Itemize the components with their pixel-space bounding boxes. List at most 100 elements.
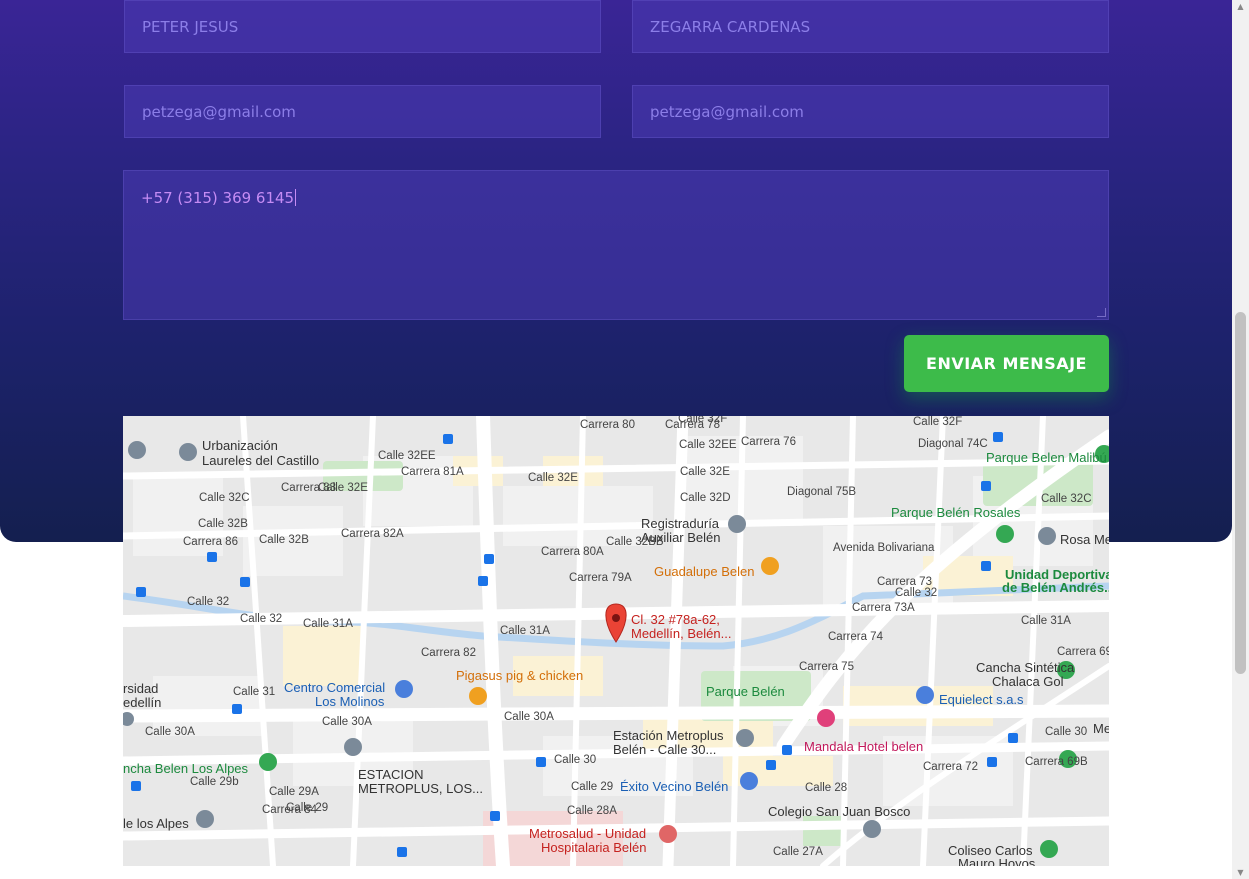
place-cancha-1: Cancha Sintética <box>976 660 1075 675</box>
place-estacion-1: Estación Metroplus <box>613 728 724 743</box>
place-estacion-2: Belén - Calle 30... <box>613 742 717 757</box>
place-centro-2: Los Molinos <box>315 694 385 709</box>
street-label: Carrera 69 <box>1057 646 1109 658</box>
street-label: Calle 32EE <box>378 450 436 462</box>
street-label: Carrera 82 <box>421 647 476 659</box>
street-label: Avenida Bolivariana <box>833 542 935 554</box>
street-label: Calle 32EE <box>679 439 737 451</box>
first-name-value: PETER JESUS <box>142 17 239 36</box>
street-label: Calle 32F <box>913 416 963 428</box>
last-name-input[interactable]: ZEGARRA CARDENAS <box>632 0 1109 53</box>
place-parque-rosales: Parque Belén Rosales <box>891 505 1021 520</box>
email-input[interactable]: petzega@gmail.com <box>124 85 601 138</box>
map-canvas <box>123 416 1109 866</box>
street-label: Calle 32 <box>187 596 230 608</box>
scroll-up-icon[interactable]: ▲ <box>1236 2 1245 11</box>
street-label: Calle 31A <box>500 625 550 637</box>
place-mandala: Mandala Hotel belen <box>804 739 924 754</box>
street-label: Diagonal 75B <box>787 486 857 498</box>
street-label: Calle 30A <box>145 726 195 738</box>
street-label: Calle 30 <box>554 754 597 766</box>
street-label: Carrera 80A <box>541 546 604 558</box>
street-label: Diagonal 74C <box>918 438 988 450</box>
street-label: Calle 32E <box>528 472 578 484</box>
resize-handle[interactable] <box>1097 308 1106 317</box>
pin-address-line1: Cl. 32 #78a-62, <box>631 612 720 627</box>
place-parque-malibu: Parque Belen Malibú <box>986 450 1107 465</box>
street-label: Calle 29 <box>571 781 614 793</box>
place-exito: Éxito Vecino Belén <box>620 779 729 794</box>
street-label: Calle 32C <box>199 492 250 504</box>
place-rosa-me: Rosa Me <box>1060 532 1109 547</box>
street-label: Calle 32B <box>198 518 248 530</box>
place-centro-1: Centro Comercial <box>284 680 386 695</box>
place-registraduria-1: Registraduría <box>641 516 720 531</box>
email-value: petzega@gmail.com <box>142 102 296 121</box>
street-label: Carrera 78 <box>665 419 720 431</box>
street-label: Calle 27A <box>773 846 823 858</box>
place-pigasus: Pigasus pig & chicken <box>456 668 584 683</box>
street-label: Calle 32E <box>680 466 730 478</box>
message-textarea[interactable]: +57 (315) 369 6145 <box>123 170 1109 320</box>
google-map[interactable]: Cl. 32 #78a-62, Medellín, Belén... Urban… <box>123 416 1109 866</box>
street-label: Calle 32C <box>1041 493 1092 505</box>
place-colegio: Colegio San Juan Bosco <box>768 804 911 819</box>
street-label: Carrera 84 <box>262 804 317 816</box>
place-urbanizacion-2: Laureles del Castillo <box>202 453 320 468</box>
text-caret <box>295 189 297 206</box>
place-los-alpes: le los Alpes <box>123 816 189 831</box>
place-unidad-2: de Belén Andrés... <box>1002 580 1109 595</box>
street-label: Calle 32B <box>259 534 309 546</box>
street-label: Calle 28A <box>567 805 617 817</box>
street-label: Calle 30A <box>322 716 372 728</box>
pin-address-line2: Medellín, Belén... <box>631 626 732 641</box>
place-estacion-mp-2: METROPLUS, LOS... <box>358 781 483 796</box>
place-universidad-2: edellín <box>123 695 162 710</box>
place-estacion-mp-1: ESTACION <box>358 767 424 782</box>
place-me: Me <box>1093 721 1109 736</box>
street-label: Calle 31 <box>233 686 276 698</box>
send-message-button[interactable]: ENVIAR MENSAJE <box>904 335 1109 392</box>
street-label: Calle 30 <box>1045 726 1088 738</box>
street-label: Carrera 75 <box>799 661 854 673</box>
street-label: Calle 30A <box>504 711 554 723</box>
street-label: Carrera 72 <box>923 761 978 773</box>
street-label: Carrera 73 <box>877 576 932 588</box>
place-universidad-1: rsidad <box>123 681 159 696</box>
email-confirm-value: petzega@gmail.com <box>650 102 804 121</box>
street-label: Calle 29b <box>190 776 239 788</box>
message-value: +57 (315) 369 6145 <box>141 189 295 207</box>
place-cancha-2: Chalaca Gol <box>992 674 1064 689</box>
street-label: Calle 31A <box>1021 615 1071 627</box>
street-label: Carrera 83 <box>281 482 336 494</box>
street-label: Calle 29A <box>269 786 319 798</box>
place-coliseo-2: Mauro Hoyos <box>958 856 1036 866</box>
place-guadalupe: Guadalupe Belen <box>654 564 755 579</box>
street-label: Carrera 73A <box>852 602 915 614</box>
first-name-input[interactable]: PETER JESUS <box>124 0 601 53</box>
place-metrosalud-1: Metrosalud - Unidad <box>529 826 647 841</box>
place-cancha-alpes: ncha Belen Los Alpes <box>123 761 249 776</box>
street-label: Calle 32 <box>240 613 283 625</box>
street-label: Calle 32 <box>895 587 938 599</box>
street-label: Carrera 86 <box>183 536 238 548</box>
street-label: Calle 32BB <box>606 536 664 548</box>
street-label: Carrera 69B <box>1025 756 1088 768</box>
place-metrosalud-2: Hospitalaria Belén <box>541 840 647 855</box>
place-urbanizacion-1: Urbanización <box>202 438 278 453</box>
street-label: Carrera 76 <box>741 436 796 448</box>
scrollbar-thumb[interactable] <box>1235 312 1246 674</box>
place-parque-belen: Parque Belén <box>706 684 785 699</box>
street-label: Carrera 80 <box>580 419 635 431</box>
street-label: Carrera 82A <box>341 528 404 540</box>
street-label: Carrera 81A <box>401 466 464 478</box>
street-label: Calle 31A <box>303 618 353 630</box>
street-label: Calle 28 <box>805 782 848 794</box>
street-label: Calle 32D <box>680 492 731 504</box>
email-confirm-input[interactable]: petzega@gmail.com <box>632 85 1109 138</box>
street-label: Carrera 74 <box>828 631 883 643</box>
place-equielect: Equielect s.a.s <box>939 692 1024 707</box>
last-name-value: ZEGARRA CARDENAS <box>650 17 811 36</box>
street-label: Carrera 79A <box>569 572 632 584</box>
scroll-down-icon[interactable]: ▼ <box>1236 868 1245 877</box>
